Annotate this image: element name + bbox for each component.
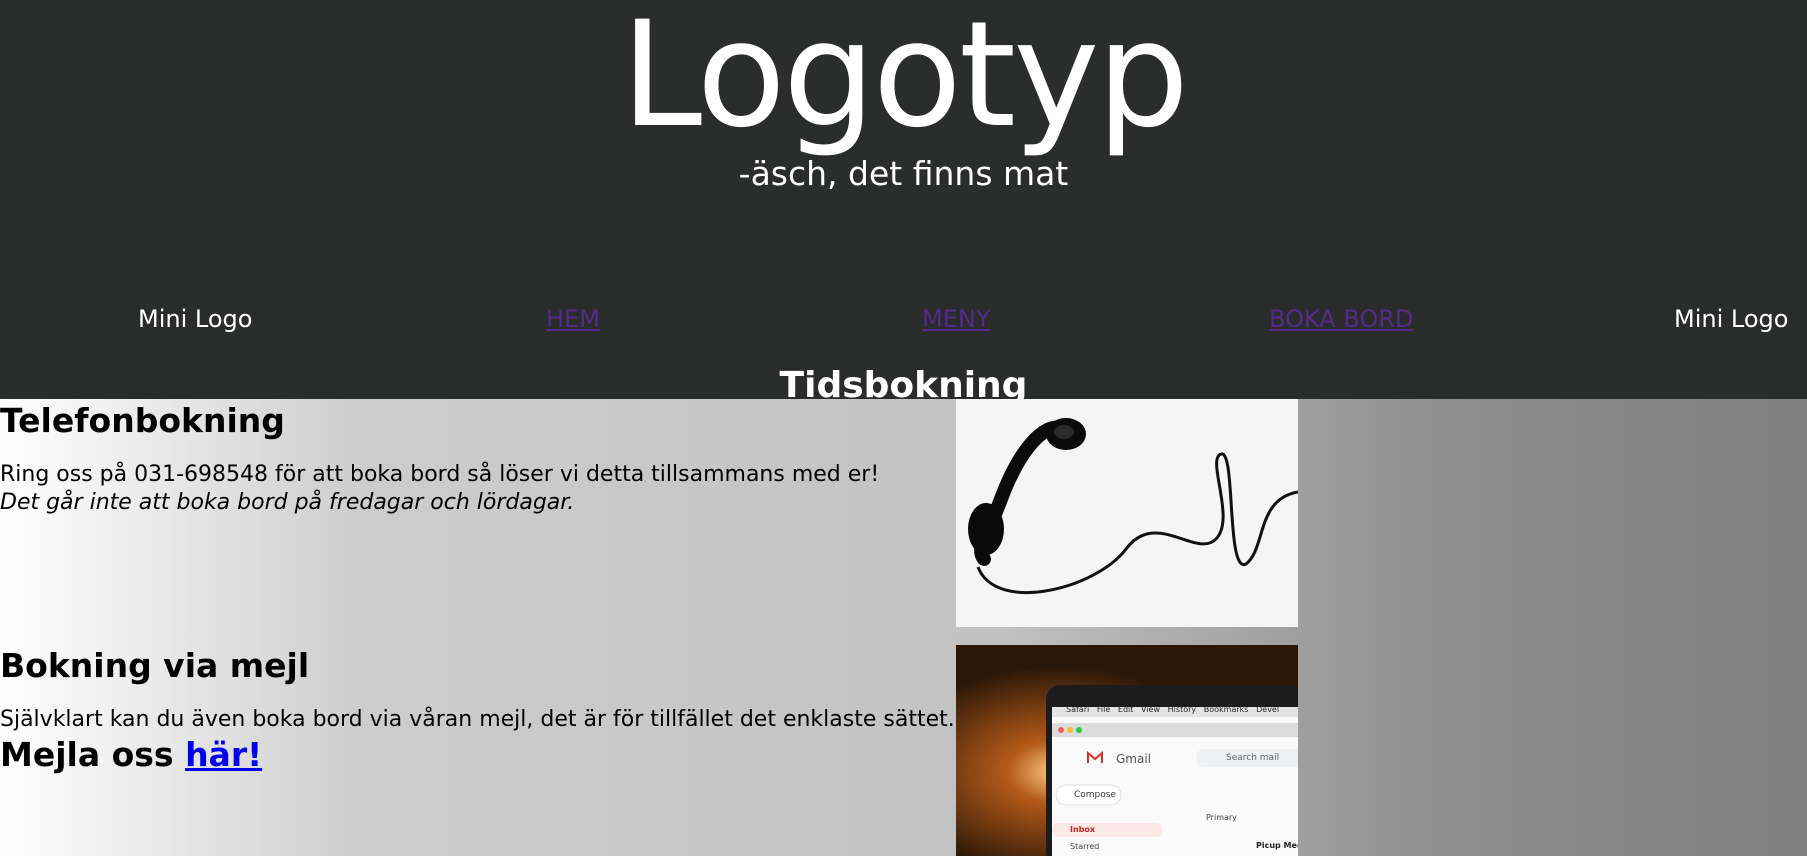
gmail-search: Search mail xyxy=(1226,753,1280,763)
mini-logo-right[interactable]: Mini Logo xyxy=(1674,289,1788,349)
menubar-file: File xyxy=(1096,705,1111,714)
menubar-develop: Devel xyxy=(1256,705,1280,714)
mini-logo-left[interactable]: Mini Logo xyxy=(138,289,252,349)
nav-link-boka-bord[interactable]: BOKA BORD xyxy=(1269,289,1413,349)
menubar-bookmarks: Bookmarks xyxy=(1203,705,1249,714)
mail-link[interactable]: här! xyxy=(185,735,262,774)
gmail-primary: Primary xyxy=(1206,813,1237,822)
logo: Logotyp xyxy=(620,0,1189,160)
gmail-row-sender: Picup Medi xyxy=(1256,841,1298,850)
nav-link-meny[interactable]: MENY xyxy=(922,289,990,349)
mail-booking-text: Självklart kan du även boka bord via vår… xyxy=(0,707,955,732)
mail-booking-section: Bokning via mejl Självklart kan du även … xyxy=(0,644,955,776)
phone-booking-section: Telefonbokning Ring oss på 031-698548 fö… xyxy=(0,399,879,517)
gmail-title: Gmail xyxy=(1116,752,1152,766)
laptop-illustration xyxy=(956,645,1298,856)
telephone-handset-image xyxy=(956,399,1298,627)
gmail-inbox: Inbox xyxy=(1070,825,1096,834)
laptop-gmail-image: Safari File Edit View History Bookmarks … xyxy=(956,645,1298,856)
menubar-history: History xyxy=(1167,705,1197,714)
booking-content: Telefonbokning Ring oss på 031-698548 fö… xyxy=(0,399,1807,856)
navigation-bar: Mini Logo HEM MENY BOKA BORD Mini Logo T… xyxy=(0,262,1807,406)
menubar-view: View xyxy=(1141,705,1161,714)
mail-cta-label: Mejla oss xyxy=(0,735,174,774)
mail-cta: Mejla oss här! xyxy=(0,734,955,776)
telephone-illustration xyxy=(956,399,1298,627)
phone-booking-text: Ring oss på 031-698548 för att boka bord… xyxy=(0,462,880,487)
phone-booking-heading: Telefonbokning xyxy=(0,401,285,440)
gmail-compose: Compose xyxy=(1074,790,1117,800)
menubar-edit: Edit xyxy=(1117,705,1134,714)
mail-booking-heading: Bokning via mejl xyxy=(0,646,310,685)
menubar-safari: Safari xyxy=(1066,705,1090,714)
tagline: -äsch, det finns mat xyxy=(738,154,1069,193)
site-header: Logotyp -äsch, det finns mat xyxy=(0,0,1807,262)
phone-booking-note: Det går inte att boka bord på fredagar o… xyxy=(0,490,575,515)
nav-link-hem[interactable]: HEM xyxy=(546,289,600,349)
gmail-starred: Starred xyxy=(1070,842,1100,851)
laptop-menubar: Safari File Edit View History Bookmarks … xyxy=(1066,705,1279,714)
